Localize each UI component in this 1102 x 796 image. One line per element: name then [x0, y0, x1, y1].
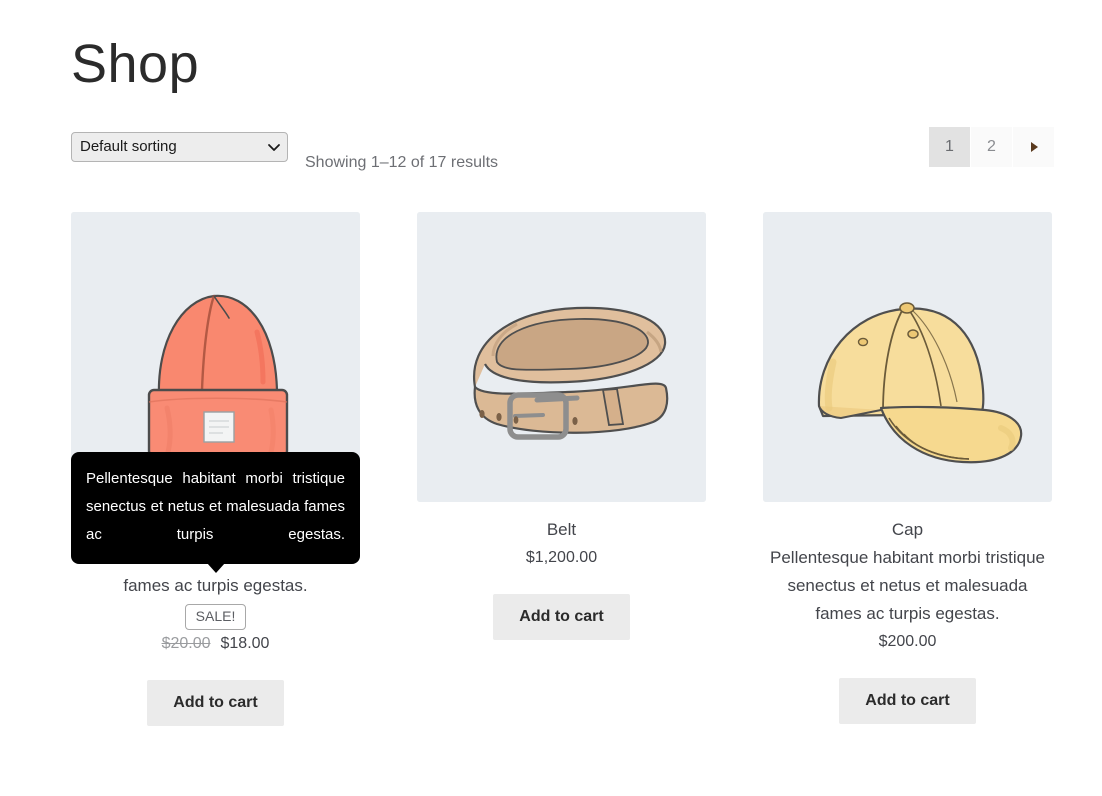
- shop-page: Shop Default sorting Showing 1–12 of 17 …: [0, 0, 1102, 796]
- product-price-sale: $18.00: [220, 635, 270, 652]
- sale-badge-wrap: SALE!: [71, 600, 360, 630]
- tooltip-text: Pellentesque habitant morbi tristique se…: [86, 470, 345, 543]
- product-card: Belt $1,200.00 Add to cart: [417, 212, 706, 726]
- add-to-cart-button[interactable]: Add to cart: [493, 594, 630, 640]
- pagination-page-2[interactable]: 2: [971, 127, 1012, 167]
- pagination: 1 2: [929, 127, 1054, 167]
- add-to-cart-button[interactable]: Add to cart: [839, 678, 976, 724]
- product-price: $200.00: [763, 628, 1052, 656]
- product-image-cap[interactable]: [763, 212, 1052, 502]
- product-price: $1,200.00: [417, 544, 706, 572]
- product-card: Cap Pellentesque habitant morbi tristiqu…: [763, 212, 1052, 726]
- product-title[interactable]: Cap: [763, 516, 1052, 544]
- product-price-value: $200.00: [878, 633, 937, 650]
- pagination-next-button[interactable]: [1013, 127, 1054, 167]
- result-count: Showing 1–12 of 17 results: [305, 154, 499, 171]
- product-title[interactable]: Belt: [417, 516, 706, 544]
- page-title: Shop: [71, 34, 200, 94]
- product-subtitle: Pellentesque habitant morbi tristique se…: [770, 548, 1045, 623]
- product-price-original: $20.00: [161, 635, 211, 652]
- pagination-page-1[interactable]: 1: [929, 127, 970, 167]
- product-tooltip: Pellentesque habitant morbi tristique se…: [71, 452, 360, 573]
- triangle-right-icon: [1028, 140, 1040, 154]
- add-to-cart-button[interactable]: Add to cart: [147, 680, 284, 726]
- product-image-belt[interactable]: [417, 212, 706, 502]
- product-price-value: $1,200.00: [525, 549, 598, 566]
- sorting-select[interactable]: Default sorting: [71, 132, 288, 162]
- status-badge-sale: SALE!: [184, 604, 247, 630]
- product-price: $20.00 $18.00: [71, 630, 360, 658]
